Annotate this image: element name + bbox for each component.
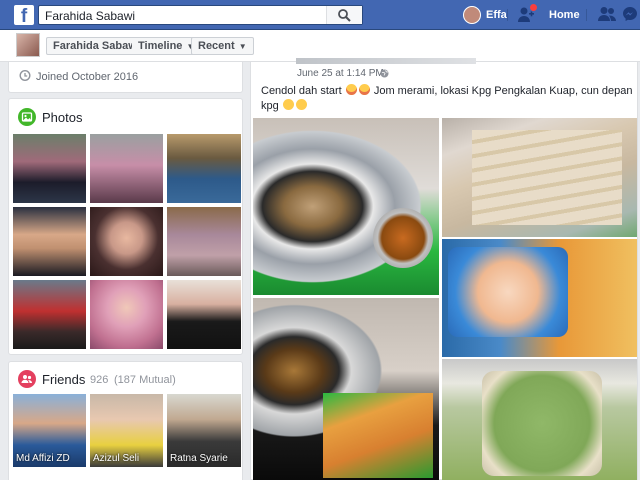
friend-name: Ratna Syarie	[170, 453, 228, 464]
photo-thumbnail[interactable]	[90, 207, 163, 276]
search-input-value: Farahida Sabawi	[45, 9, 136, 23]
friends-icon	[18, 370, 36, 388]
post-text: Cendol dah start Jom merami, lokasi Kpg …	[261, 84, 633, 114]
post-photo[interactable]	[253, 118, 439, 295]
post-photo[interactable]	[442, 118, 637, 237]
facebook-logo-icon[interactable]: f	[14, 5, 34, 25]
photo-thumbnail[interactable]	[167, 280, 241, 349]
photo-thumbnail[interactable]	[13, 280, 86, 349]
friend-item[interactable]: Ratna Syarie	[167, 394, 241, 467]
joined-date: Joined October 2016	[36, 71, 139, 83]
clock-icon	[19, 70, 31, 81]
recent-label: Recent	[198, 40, 235, 52]
recent-dropdown[interactable]: Recent ▼	[191, 37, 254, 55]
grinning-emoji-icon	[295, 99, 307, 110]
photo-detail	[482, 371, 602, 476]
photo-detail	[323, 393, 433, 478]
timeline-label: Timeline	[138, 40, 183, 52]
photos-heading[interactable]: Photos	[42, 110, 82, 125]
photo-thumbnail[interactable]	[167, 134, 241, 203]
friend-item[interactable]: Azizul Seli	[90, 394, 163, 467]
search-input[interactable]: Farahida Sabawi	[38, 5, 363, 25]
photo-detail	[448, 247, 568, 337]
star-struck-emoji-icon	[345, 84, 357, 95]
profile-link-name: Effa	[486, 9, 507, 21]
photo-thumbnail[interactable]	[90, 134, 163, 203]
friends-mutual-count: (187 Mutual)	[114, 374, 176, 386]
notification-dot	[529, 3, 538, 12]
friends-count: 926	[90, 374, 109, 386]
grinning-emoji-icon	[282, 99, 294, 110]
search-icon	[338, 9, 351, 22]
post-card: June 25 at 1:14 PM Cendol dah start Jom …	[250, 58, 638, 480]
caret-down-icon: ▼	[238, 42, 247, 51]
photo-detail	[472, 130, 622, 225]
star-struck-emoji-icon	[358, 84, 370, 95]
photos-icon	[18, 108, 36, 126]
post-photo[interactable]	[442, 359, 637, 480]
friends-card: Friends 926 (187 Mutual) Md Affizi ZD Az…	[8, 361, 243, 480]
search-button[interactable]	[326, 6, 362, 24]
avatar	[463, 6, 481, 24]
post-author-line	[296, 58, 476, 64]
post-photo[interactable]	[442, 239, 637, 357]
post-timestamp[interactable]: June 25 at 1:14 PM	[297, 68, 384, 79]
friend-item[interactable]: Md Affizi ZD	[13, 394, 86, 467]
home-link[interactable]: Home	[549, 9, 580, 21]
photos-card: Photos	[8, 98, 243, 355]
profile-thumbnail[interactable]	[16, 33, 40, 57]
messenger-icon[interactable]	[622, 6, 638, 22]
friends-heading[interactable]: Friends	[42, 372, 85, 387]
post-text-part1: Cendol dah start	[261, 85, 342, 97]
nav-divider	[507, 9, 508, 21]
friend-requests-icon[interactable]	[597, 6, 617, 22]
photo-thumbnail[interactable]	[167, 207, 241, 276]
photo-thumbnail[interactable]	[90, 280, 163, 349]
intro-card: Joined October 2016	[8, 62, 243, 93]
photo-thumbnail[interactable]	[13, 134, 86, 203]
post-photo[interactable]	[253, 298, 439, 480]
friend-name: Azizul Seli	[93, 453, 140, 464]
nav-divider	[586, 9, 587, 21]
photo-detail	[373, 208, 433, 268]
globe-icon	[380, 69, 389, 78]
profile-name-label: Farahida Sabawi	[53, 40, 140, 52]
photo-thumbnail[interactable]	[13, 207, 86, 276]
friend-name: Md Affizi ZD	[16, 453, 70, 464]
top-navigation-bar: f Farahida Sabawi Effa Home	[0, 0, 640, 30]
